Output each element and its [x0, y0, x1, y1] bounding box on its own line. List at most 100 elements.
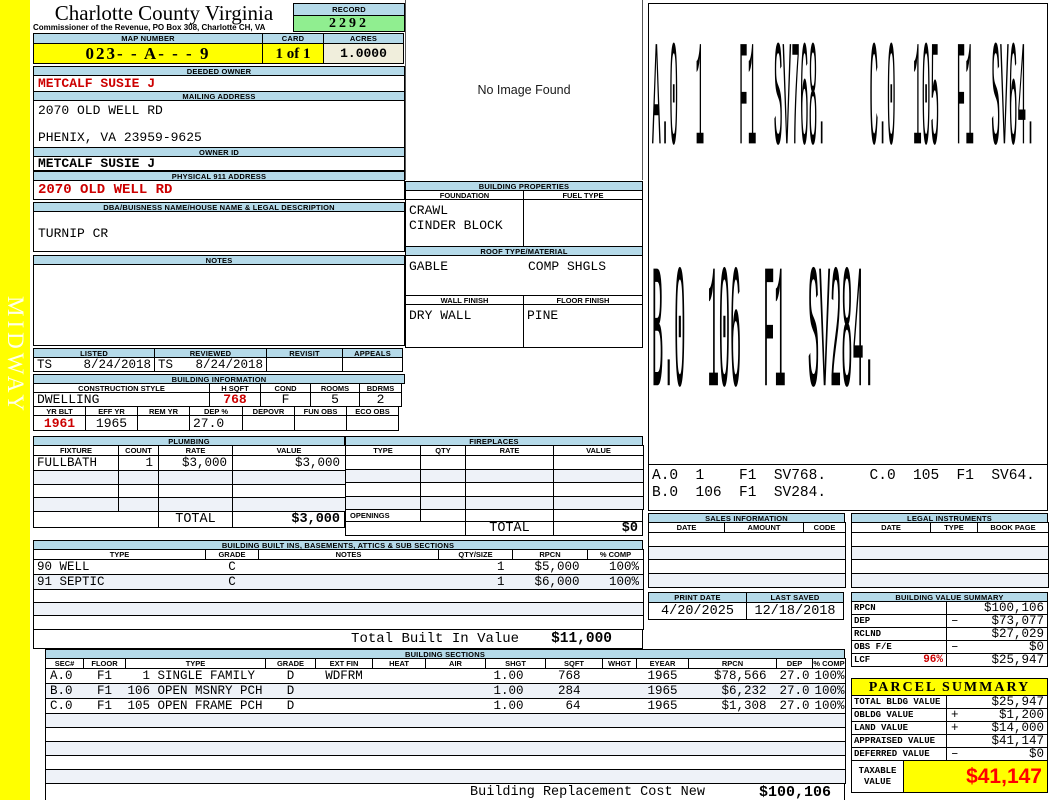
legal-section: LEGAL INSTRUMENTS DATE TYPE BOOK PAGE: [851, 513, 1049, 588]
cell: [688, 769, 777, 784]
foundation-value: CRAWL CINDER BLOCK: [405, 199, 524, 247]
column-header: DATE: [851, 522, 931, 533]
notes-box[interactable]: [33, 264, 405, 346]
print-date-value: 4/20/2025: [648, 602, 747, 620]
column-header: CODE: [803, 522, 846, 533]
cell: [205, 589, 259, 604]
column-header: TYPE: [345, 445, 421, 456]
plumbing-total-row: TOTAL $3,000: [33, 510, 345, 528]
cell: [465, 455, 554, 470]
mailing-address-box: 2070 OLD WELL RD PHENIX, VA 23959-9625: [33, 100, 405, 148]
cell: [315, 698, 373, 714]
cell: 1.00: [485, 683, 546, 699]
column-header: AMOUNT: [724, 522, 804, 533]
cell: 27.0: [776, 668, 813, 684]
cell: [232, 483, 346, 498]
built-ins-header-row: TYPE GRADE NOTES QTY/SIZE RPCN % COMP: [33, 549, 644, 560]
cell: [45, 741, 84, 756]
cell: [648, 573, 725, 588]
cell: [776, 755, 813, 770]
cell: 1965: [636, 698, 689, 714]
cell: 105 OPEN FRAME PCH: [125, 698, 266, 714]
cell: [265, 755, 316, 770]
cell: [118, 483, 159, 498]
column-header: RATE: [158, 445, 233, 456]
cell: [45, 769, 84, 784]
table-row: [45, 741, 846, 756]
cell: [724, 573, 804, 588]
foundation-line2: CINDER BLOCK: [409, 218, 503, 233]
table-row: 90 WELL C 1 $5,000 100%: [33, 559, 644, 575]
map-number-value[interactable]: 023- - A- - - 9: [33, 43, 263, 64]
table-row: [33, 497, 346, 512]
cell: [851, 573, 931, 588]
legal-header-row: DATE TYPE BOOK PAGE: [851, 522, 1049, 533]
column-header: EYEAR: [636, 658, 689, 669]
cell: 1965: [636, 683, 689, 699]
cell: [345, 482, 421, 497]
cell: $6,232: [688, 683, 777, 699]
built-ins-table: TYPE GRADE NOTES QTY/SIZE RPCN % COMP 90…: [33, 549, 644, 630]
taxable-row: TAXABLE VALUE $41,147: [851, 760, 1048, 793]
cell: 27.0: [776, 683, 813, 699]
table-row: [345, 495, 644, 510]
cell: [438, 589, 513, 604]
cell: [125, 769, 266, 784]
foundation-line1: CRAWL: [409, 203, 449, 218]
built-ins-total-label: Total Built In Value: [351, 630, 520, 647]
cell: [602, 698, 637, 714]
parcel-value: $1,200: [998, 708, 1044, 722]
table-row: FULLBATH 1 $3,000 $3,000: [33, 455, 346, 471]
cell: [258, 574, 439, 590]
cell: [232, 470, 346, 485]
cell: [33, 470, 119, 485]
sketch-panel[interactable]: A.0 1 F1 SV768. C.0 105 F1 SV64. B.0 106…: [648, 3, 1048, 465]
cell: [636, 741, 689, 756]
no-image-text: No Image Found: [477, 83, 571, 97]
cell: [803, 546, 846, 561]
hsqft-value: 768: [209, 392, 261, 407]
cell: 100%: [812, 683, 846, 699]
cell: 1: [438, 559, 513, 575]
column-header: RPCN: [688, 658, 777, 669]
bvs-row: DEP – $73,077: [851, 614, 1048, 628]
remyr-value: [137, 415, 190, 431]
card-value[interactable]: 1 of 1: [262, 43, 324, 64]
cell: [851, 546, 931, 561]
cell: [420, 495, 466, 510]
cell: [265, 741, 316, 756]
column-header: % COMP: [587, 549, 644, 560]
cell: [265, 727, 316, 742]
cell: [465, 482, 554, 497]
cell: [602, 769, 637, 784]
cell: [851, 559, 931, 575]
bvs-row: RCLND $27,029: [851, 627, 1048, 641]
building-sections: BUILDING SECTIONS SEC# FLOOR TYPE GRADE …: [45, 649, 846, 800]
cell: [438, 602, 513, 617]
cell: [812, 769, 846, 784]
cell: F1: [83, 668, 126, 684]
cell: [158, 483, 233, 498]
column-header: VALUE: [232, 445, 346, 456]
cell: 1: [118, 455, 159, 471]
roof-value-box: GABLE COMP SHGLS: [405, 255, 643, 296]
table-row: [851, 573, 1049, 588]
bvs-value: $100,106: [983, 601, 1044, 615]
finish-value-row: DRY WALL PINE: [405, 304, 643, 348]
cell: [812, 755, 846, 770]
mailing-address-line2: PHENIX, VA 23959-9625: [38, 130, 202, 145]
cell: [688, 727, 777, 742]
cell: C.0: [45, 698, 84, 714]
cell: [724, 559, 804, 575]
cell: [851, 532, 931, 547]
dba-value: TURNIP CR: [33, 211, 405, 252]
ecoobs-value: [346, 415, 399, 431]
sales-section: SALES INFORMATION DATE AMOUNT CODE: [648, 513, 846, 588]
cell: [372, 769, 426, 784]
cell: [315, 683, 373, 699]
cell: [118, 470, 159, 485]
cell: [420, 482, 466, 497]
cell: [485, 727, 546, 742]
bvs-pct: 96%: [923, 654, 943, 666]
parcel-label: OBLDG VALUE: [854, 710, 914, 720]
